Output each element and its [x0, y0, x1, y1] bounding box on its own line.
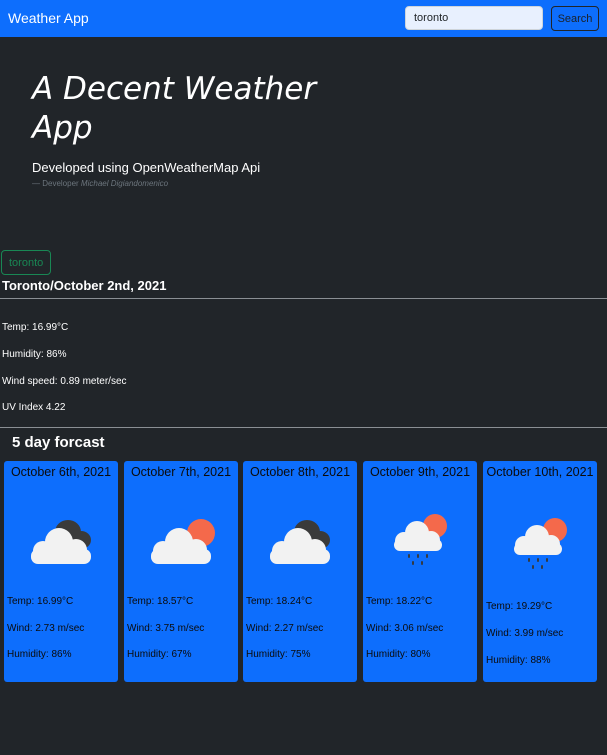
cloud-dark-icon: [31, 520, 91, 564]
forecast-humidity: Humidity: 88%: [486, 655, 551, 666]
forecast-humidity: Humidity: 75%: [246, 649, 311, 660]
forecast-humidity: Humidity: 86%: [7, 649, 72, 660]
forecast-card: October 6th, 2021 Temp: 16.99°C Wind: 2.…: [4, 461, 118, 682]
current-temp: Temp: 16.99°C: [2, 322, 69, 333]
forecast-wind: Wind: 2.73 m/sec: [7, 623, 85, 634]
divider: [0, 427, 607, 428]
history-city-button[interactable]: toronto: [1, 250, 52, 275]
cloud-sun-icon: [151, 519, 215, 564]
cloud-dark-icon: [270, 520, 330, 564]
forecast-wind: Wind: 3.75 m/sec: [127, 623, 205, 634]
hero-subtitle: Developed using OpenWeatherMap Api: [32, 160, 261, 175]
forecast-card: October 7th, 2021 Temp: 18.57°C Wind: 3.…: [124, 461, 238, 682]
search-button[interactable]: Search: [551, 6, 599, 31]
forecast-temp: Temp: 18.57°C: [127, 596, 194, 607]
current-uv: UV Index 4.22: [2, 402, 66, 413]
forecast-wind: Wind: 2.27 m/sec: [246, 623, 324, 634]
forecast-temp: Temp: 18.22°C: [366, 596, 433, 607]
hero-title: A Decent Weather App: [32, 71, 317, 146]
forecast-date: October 8th, 2021: [249, 465, 351, 479]
current-city-date: Toronto/October 2nd, 2021: [2, 278, 167, 293]
forecast-date: October 9th, 2021: [369, 465, 471, 479]
current-wind: Wind speed: 0.89 meter/sec: [2, 376, 127, 387]
divider: [0, 298, 607, 299]
forecast-wind: Wind: 3.99 m/sec: [486, 628, 564, 639]
hero-credit: — Developer Michael Digiandomenico: [32, 179, 168, 188]
forecast-wind: Wind: 3.06 m/sec: [366, 623, 444, 634]
current-humidity: Humidity: 86%: [2, 349, 67, 360]
forecast-temp: Temp: 18.24°C: [246, 596, 313, 607]
search-input[interactable]: [405, 6, 543, 30]
forecast-humidity: Humidity: 67%: [127, 649, 192, 660]
credit-prefix: — Developer: [32, 179, 79, 188]
forecast-card: October 10th, 2021 Temp: 19.29°C Wind: 3…: [483, 461, 597, 682]
forecast-card: October 8th, 2021 Temp: 18.24°C Wind: 2.…: [243, 461, 357, 682]
forecast-card: October 9th, 2021 Temp: 18.22°C Wind: 3.…: [363, 461, 477, 682]
credit-name: Michael Digiandomenico: [80, 179, 169, 188]
brand-title[interactable]: Weather App: [8, 10, 89, 26]
forecast-date: October 10th, 2021: [486, 465, 594, 479]
forecast-humidity: Humidity: 80%: [366, 649, 431, 660]
forecast-date: October 7th, 2021: [130, 465, 232, 479]
forecast-date: October 6th, 2021: [10, 465, 112, 479]
forecast-title: 5 day forcast: [12, 434, 105, 451]
forecast-temp: Temp: 16.99°C: [7, 596, 74, 607]
forecast-temp: Temp: 19.29°C: [486, 601, 553, 612]
rain-sun-icon: [394, 514, 447, 565]
rain-sun-icon: [514, 518, 567, 569]
navbar: Weather App Search: [0, 0, 607, 37]
